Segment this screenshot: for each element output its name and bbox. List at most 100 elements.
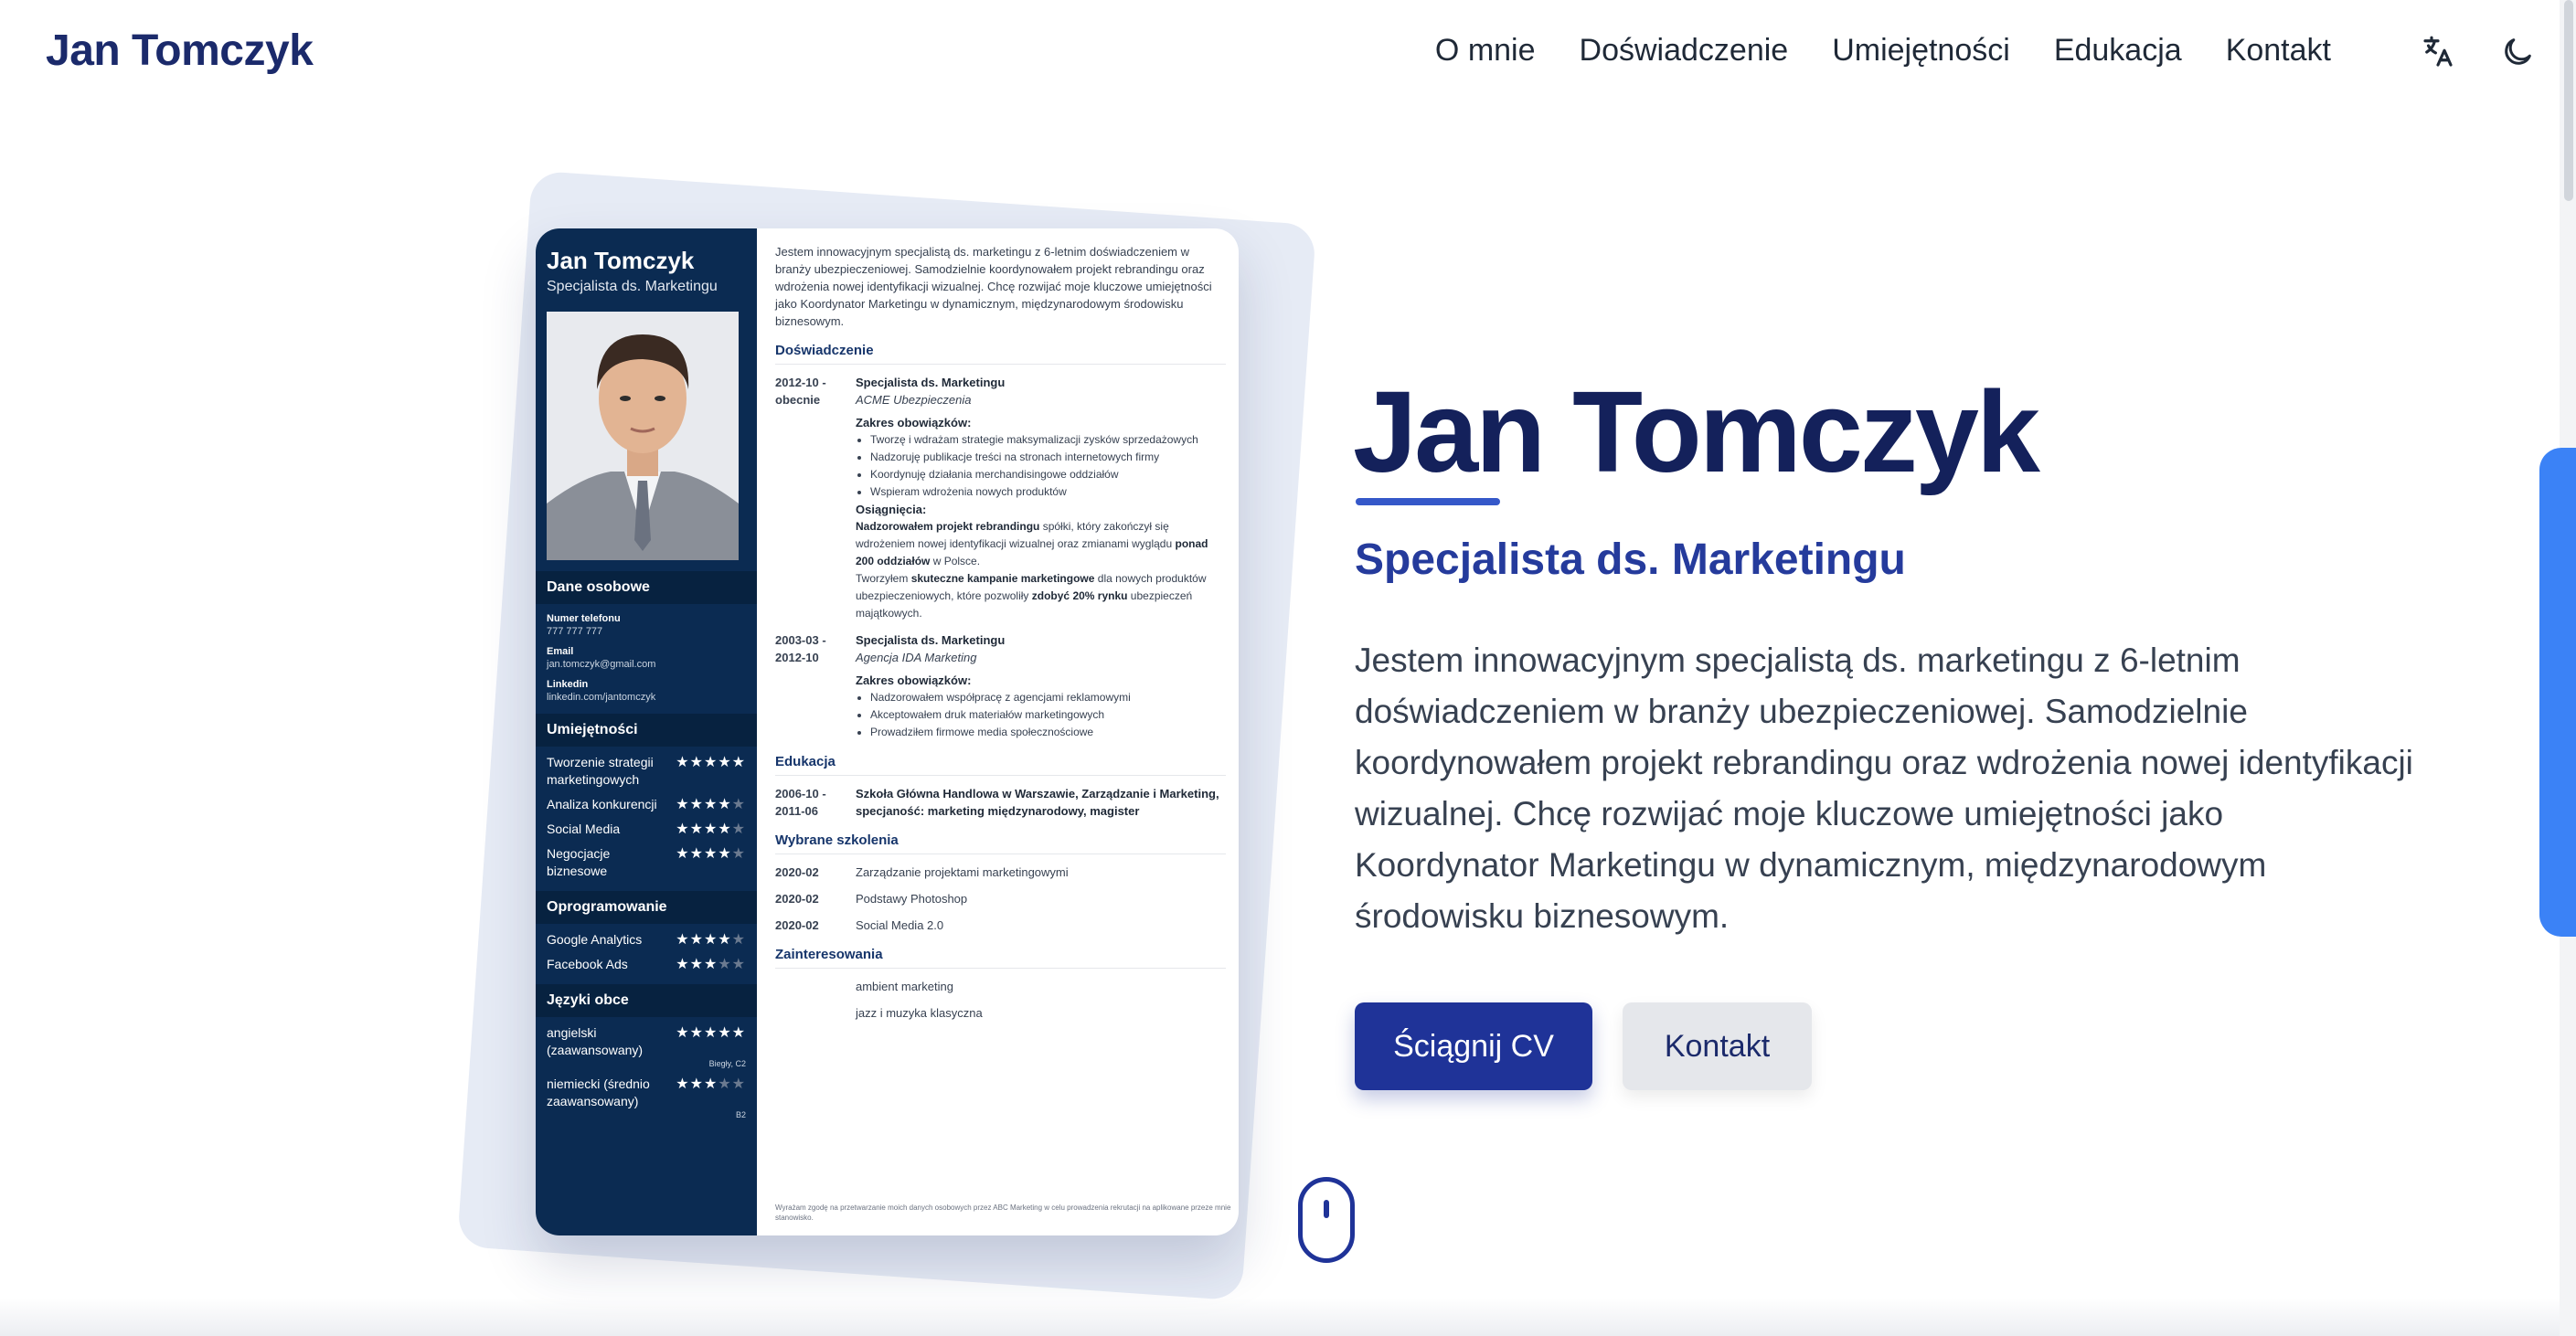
rating-stars: ★★★★★ <box>676 822 746 837</box>
cv-education-heading: Edukacja <box>775 754 1226 776</box>
cv-sidebar: Jan Tomczyk Specjalista ds. Marketingu D… <box>536 228 757 1235</box>
cv-job: 2012-10 - obecnie Specjalista ds. Market… <box>775 374 1226 622</box>
training-name: Podstawy Photoshop <box>856 892 968 906</box>
cv-experience-heading: Doświadczenie <box>775 343 1226 365</box>
interest-item: jazz i muzyka klasyczna <box>856 1006 983 1020</box>
training-row: 2020-02 Zarządzanie projektami marketingo… <box>775 864 1226 881</box>
cv-email-label: Email <box>547 646 574 657</box>
job-date: 2003-03 - 2012-10 <box>775 633 826 664</box>
translate-icon[interactable] <box>2417 31 2459 73</box>
cv-linkedin-label: Linkedin <box>547 679 589 690</box>
section-divider <box>0 1298 2560 1336</box>
hero-description: Jestem innowacyjnym specjalistą ds. mark… <box>1355 641 2413 935</box>
nav-menu: O mnie Doświadczenie Umiejętności Edukac… <box>1435 33 2331 69</box>
job-duties: Nadzorowałem współpracę z agencjami rekl… <box>856 689 1226 741</box>
rating-stars: ★★★★★ <box>676 755 746 770</box>
skill-name: Social Media <box>547 822 621 836</box>
cv-photo <box>547 312 739 560</box>
job-duties: Tworzę i wdrażam strategie maksymalizacj… <box>856 431 1226 501</box>
cv-phone: 777 777 777 <box>547 626 603 637</box>
language-name: niemiecki (średnio zaawansowany) <box>547 1076 650 1108</box>
download-cv-button[interactable]: Ściągnij CV <box>1355 1002 1592 1090</box>
skill-row: Tworzenie strategii marketingowych ★★★★★ <box>536 747 757 789</box>
nav-link-doswiadczenie[interactable]: Doświadczenie <box>1580 33 1789 69</box>
training-date: 2020-02 <box>775 892 819 906</box>
scroll-mouse-icon[interactable] <box>1298 1177 1355 1263</box>
interest-row: jazz i muzyka klasyczna <box>775 1004 1226 1022</box>
nav-link-umiejetnosci[interactable]: Umiejętności <box>1832 33 2010 69</box>
skill-row: Negocjacje biznesowe ★★★★★ <box>536 838 757 880</box>
job-company: Agencja IDA Marketing <box>856 651 977 664</box>
cv-consent-footer: Wyrażam zgodę na przetwarzanie moich dan… <box>775 1203 1231 1222</box>
title-underline <box>1356 498 1500 505</box>
nav-link-kontakt[interactable]: Kontakt <box>2226 33 2331 69</box>
cv-training-heading: Wybrane szkolenia <box>775 832 1226 854</box>
cv-languages-heading: Języki obce <box>536 984 757 1017</box>
hero-subtitle: Specjalista ds. Marketingu <box>1355 535 1906 584</box>
training-name: Zarządzanie projektami marketingowymi <box>856 865 1069 879</box>
cv-skills-heading: Umiejętności <box>536 714 757 747</box>
site-logo[interactable]: Jan Tomczyk <box>46 26 314 76</box>
skill-name: Negocjacje biznesowe <box>547 846 611 878</box>
cv-main: Jestem innowacyjnym specjalistą ds. mark… <box>757 228 1239 1235</box>
language-row: niemiecki (średnio zaawansowany) ★★★★★ <box>536 1068 757 1110</box>
software-name: Google Analytics <box>547 932 643 947</box>
interest-row: ambient marketing <box>775 978 1226 995</box>
education-date: 2006-10 - 2011-06 <box>775 787 826 818</box>
software-row: Facebook Ads ★★★★★ <box>536 949 757 973</box>
interest-item: ambient marketing <box>856 980 953 993</box>
cv-job: 2003-03 - 2012-10 Specjalista ds. Market… <box>775 631 1226 741</box>
scrollbar-thumb[interactable] <box>2564 0 2573 201</box>
job-duties-label: Zakres obowiązków: <box>856 416 972 429</box>
nav-link-edukacja[interactable]: Edukacja <box>2054 33 2182 69</box>
training-date: 2020-02 <box>775 918 819 932</box>
cv-name: Jan Tomczyk <box>547 247 695 274</box>
cv-intro: Jestem innowacyjnym specjalistą ds. mark… <box>775 245 1212 328</box>
training-name: Social Media 2.0 <box>856 918 944 932</box>
duty-item: Prowadziłem firmowe media społecznościow… <box>870 724 1226 741</box>
skill-row: Social Media ★★★★★ <box>536 813 757 838</box>
nav-link-o-mnie[interactable]: O mnie <box>1435 33 1536 69</box>
job-title: Specjalista ds. Marketingu <box>856 633 1006 647</box>
language-level: Biegły, C2 <box>708 1059 746 1068</box>
contact-button[interactable]: Kontakt <box>1623 1002 1812 1090</box>
cv-linkedin: linkedin.com/jantomczyk <box>547 692 656 703</box>
cv-email: jan.tomczyk@gmail.com <box>547 659 656 670</box>
cv-personal-heading: Dane osobowe <box>536 571 757 604</box>
job-date: 2012-10 - obecnie <box>775 376 826 407</box>
duty-item: Wspieram wdrożenia nowych produktów <box>870 483 1226 501</box>
education-text: Szkoła Główna Handlowa w Warszawie, Zarz… <box>856 787 1219 818</box>
moon-icon[interactable] <box>2496 31 2539 73</box>
rating-stars: ★★★★★ <box>676 797 746 812</box>
job-title: Specjalista ds. Marketingu <box>856 376 1006 389</box>
cv-interests-heading: Zainteresowania <box>775 947 1226 969</box>
software-row: Google Analytics ★★★★★ <box>536 924 757 949</box>
training-date: 2020-02 <box>775 865 819 879</box>
side-tab[interactable] <box>2539 448 2576 937</box>
skill-row: Analiza konkurencji ★★★★★ <box>536 789 757 813</box>
skill-name: Analiza konkurencji <box>547 797 657 811</box>
cv-role: Specjalista ds. Marketingu <box>547 279 718 294</box>
cv-education-row: 2006-10 - 2011-06 Szkoła Główna Handlowa… <box>775 785 1226 820</box>
duty-item: Koordynuję działania merchandisingowe od… <box>870 466 1226 483</box>
duty-item: Tworzę i wdrażam strategie maksymalizacj… <box>870 431 1226 449</box>
software-name: Facebook Ads <box>547 957 628 971</box>
achievement-1: Nadzorowałem projekt rebrandingu spółki,… <box>856 520 1208 567</box>
language-name: angielski (zaawansowany) <box>547 1025 644 1057</box>
cv-preview: Jan Tomczyk Specjalista ds. Marketingu D… <box>536 228 1239 1235</box>
duty-item: Nadzorowałem współpracę z agencjami rekl… <box>870 689 1226 706</box>
achievement-2: Tworzyłem skuteczne kampanie marketingow… <box>856 572 1207 620</box>
rating-stars: ★★★★★ <box>676 957 746 972</box>
job-duties-label: Zakres obowiązków: <box>856 673 972 687</box>
cv-skills-list: Tworzenie strategii marketingowych ★★★★★ … <box>536 747 757 880</box>
training-row: 2020-02 Social Media 2.0 <box>775 917 1226 934</box>
language-row: angielski (zaawansowany) ★★★★★ <box>536 1017 757 1059</box>
top-navigation: Jan Tomczyk O mnie Doświadczenie Umiejęt… <box>0 0 2560 108</box>
rating-stars: ★★★★★ <box>676 932 746 948</box>
language-level: B2 <box>735 1110 746 1119</box>
rating-stars: ★★★★★ <box>676 846 746 862</box>
cv-software-heading: Oprogramowanie <box>536 891 757 924</box>
duty-item: Akceptowałem druk materiałów marketingow… <box>870 706 1226 724</box>
cv-phone-label: Numer telefonu <box>547 613 621 624</box>
rating-stars: ★★★★★ <box>676 1025 746 1041</box>
